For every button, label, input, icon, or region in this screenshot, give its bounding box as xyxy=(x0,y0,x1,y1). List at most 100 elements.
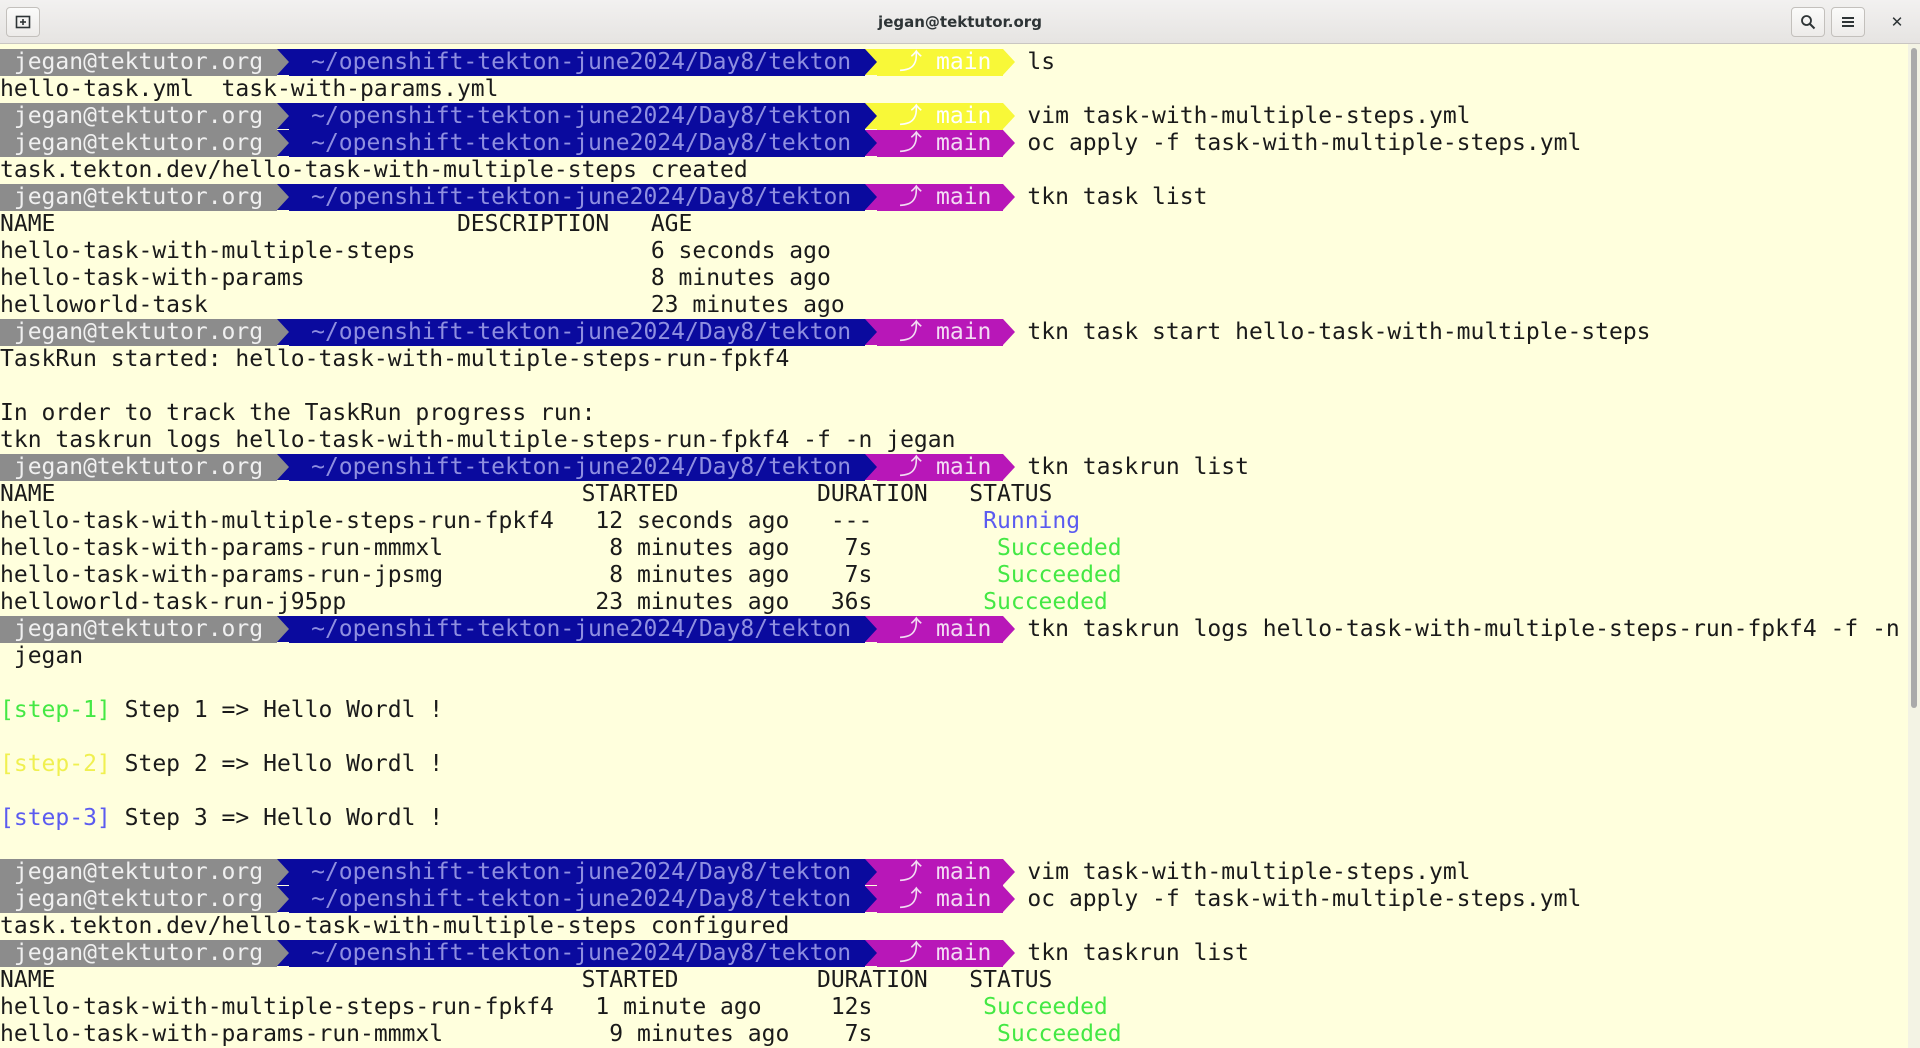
git-branch-icon: ⤴ xyxy=(899,454,923,480)
prompt-separator xyxy=(277,616,290,642)
output-line: task.tekton.dev/hello-task-with-multiple… xyxy=(0,913,790,939)
step-message: Step 1 => Hello Wordl ! xyxy=(110,697,444,723)
prompt-separator xyxy=(1003,859,1016,885)
git-branch-name: main xyxy=(922,319,992,345)
output-line: TaskRun started: hello-task-with-multipl… xyxy=(0,346,790,372)
git-branch-icon: ⤴ xyxy=(899,49,923,75)
new-tab-icon xyxy=(15,15,31,29)
output-line: NAME STARTED DURATION STATUS xyxy=(0,967,1053,993)
prompt-line: jegan@tektutor.org ~/openshift-tekton-jun… xyxy=(0,616,1908,643)
prompt-user: jegan@tektutor.org xyxy=(0,103,278,130)
git-branch-icon: ⤴ xyxy=(899,319,923,345)
prompt-separator xyxy=(277,184,290,210)
step-message: Step 2 => Hello Wordl ! xyxy=(110,751,444,777)
git-branch-segment: ⤴ main xyxy=(877,859,1004,886)
prompt-path: ~/openshift-tekton-june2024/Day8/tekton xyxy=(289,859,866,886)
git-branch-icon: ⤴ xyxy=(899,859,923,885)
hamburger-menu-icon xyxy=(1842,17,1854,27)
prompt-user: jegan@tektutor.org xyxy=(0,859,278,886)
prompt-line: jegan@tektutor.org ~/openshift-tekton-jun… xyxy=(0,886,1908,913)
prompt-separator xyxy=(277,103,290,129)
prompt-separator xyxy=(277,859,290,885)
scrollbar[interactable] xyxy=(1908,44,1920,1048)
output-line: NAME DESCRIPTION AGE xyxy=(0,211,693,237)
output-line: NAME STARTED DURATION STATUS xyxy=(0,481,1053,507)
output-line: hello-task.yml task-with-params.yml xyxy=(0,76,499,102)
output-line: helloworld-task 23 minutes ago xyxy=(0,292,845,318)
git-branch-segment: ⤴ main xyxy=(877,616,1004,643)
status-succeeded: Succeeded xyxy=(983,589,1108,615)
taskrun-row: hello-task-with-params-run-mmmxl 9 minut… xyxy=(0,1021,1908,1048)
prompt-path: ~/openshift-tekton-june2024/Day8/tekton xyxy=(289,886,866,913)
status-succeeded: Succeeded xyxy=(983,994,1108,1020)
close-button[interactable]: ✕ xyxy=(1880,7,1914,37)
git-branch-name: main xyxy=(922,454,992,480)
terminal-window: jegan@tektutor.org ✕ jegan@tektutor.org ~… xyxy=(0,0,1920,1048)
taskrun-row: helloworld-task-run-j95pp 23 minutes ago… xyxy=(0,589,1908,616)
prompt-separator xyxy=(1003,49,1016,75)
title-bar: jegan@tektutor.org ✕ xyxy=(0,0,1920,44)
prompt-line: jegan@tektutor.org ~/openshift-tekton-jun… xyxy=(0,319,1908,346)
prompt-separator xyxy=(865,184,878,210)
command-text: tkn task list xyxy=(1027,184,1208,210)
close-icon: ✕ xyxy=(1890,13,1904,31)
terminal-output[interactable]: jegan@tektutor.org ~/openshift-tekton-jun… xyxy=(0,49,1908,1048)
git-branch-segment: ⤴ main xyxy=(877,49,1004,76)
command-text: tkn taskrun logs hello-task-with-multipl… xyxy=(1027,616,1900,642)
prompt-separator xyxy=(1003,886,1016,912)
prompt-separator xyxy=(277,319,290,345)
git-branch-segment: ⤴ main xyxy=(877,940,1004,967)
step-tag: [step-1] xyxy=(0,697,111,723)
prompt-separator xyxy=(1003,319,1016,345)
status-succeeded: Succeeded xyxy=(997,535,1122,561)
taskrun-row: hello-task-with-multiple-steps-run-fpkf4… xyxy=(0,508,1908,535)
prompt-path: ~/openshift-tekton-june2024/Day8/tekton xyxy=(289,940,866,967)
status-succeeded: Succeeded xyxy=(997,562,1122,588)
taskrun-columns: hello-task-with-params-run-mmmxl 8 minut… xyxy=(0,535,997,561)
prompt-separator xyxy=(277,49,290,75)
prompt-user: jegan@tektutor.org xyxy=(0,616,278,643)
command-text: vim task-with-multiple-steps.yml xyxy=(1027,103,1471,129)
prompt-separator xyxy=(865,940,878,966)
git-branch-segment: ⤴ main xyxy=(877,130,1004,157)
taskrun-columns: hello-task-with-params-run-mmmxl 9 minut… xyxy=(0,1021,997,1047)
taskrun-row: hello-task-with-multiple-steps-run-fpkf4… xyxy=(0,994,1908,1021)
prompt-separator xyxy=(865,103,878,129)
git-branch-segment: ⤴ main xyxy=(877,319,1004,346)
new-tab-button[interactable] xyxy=(6,7,40,37)
command-text: vim task-with-multiple-steps.yml xyxy=(1027,859,1471,885)
status-succeeded: Succeeded xyxy=(997,1021,1122,1047)
search-button[interactable] xyxy=(1791,7,1825,37)
prompt-separator xyxy=(1003,454,1016,480)
prompt-separator xyxy=(277,940,290,966)
prompt-path: ~/openshift-tekton-june2024/Day8/tekton xyxy=(289,184,866,211)
step-message: Step 3 => Hello Wordl ! xyxy=(110,805,444,831)
prompt-user: jegan@tektutor.org xyxy=(0,130,278,157)
git-branch-segment: ⤴ main xyxy=(877,103,1004,130)
git-branch-icon: ⤴ xyxy=(899,184,923,210)
command-text: tkn task start hello-task-with-multiple-… xyxy=(1027,319,1651,345)
prompt-separator xyxy=(865,454,878,480)
prompt-separator xyxy=(865,130,878,156)
status-running: Running xyxy=(983,508,1081,534)
prompt-separator xyxy=(1003,103,1016,129)
prompt-line: jegan@tektutor.org ~/openshift-tekton-jun… xyxy=(0,103,1908,130)
taskrun-columns: hello-task-with-multiple-steps-run-fpkf4… xyxy=(0,508,984,534)
window-title: jegan@tektutor.org xyxy=(878,13,1042,31)
prompt-path: ~/openshift-tekton-june2024/Day8/tekton xyxy=(289,454,866,481)
prompt-separator xyxy=(277,886,290,912)
output-line: tkn taskrun logs hello-task-with-multipl… xyxy=(0,427,956,453)
prompt-separator xyxy=(1003,130,1016,156)
step-tag: [step-2] xyxy=(0,751,111,777)
git-branch-segment: ⤴ main xyxy=(877,886,1004,913)
prompt-separator xyxy=(865,49,878,75)
git-branch-segment: ⤴ main xyxy=(877,454,1004,481)
scrollbar-thumb[interactable] xyxy=(1911,48,1917,708)
git-branch-name: main xyxy=(922,184,992,210)
prompt-path: ~/openshift-tekton-june2024/Day8/tekton xyxy=(289,319,866,346)
taskrun-columns: helloworld-task-run-j95pp 23 minutes ago… xyxy=(0,589,984,615)
menu-button[interactable] xyxy=(1831,7,1865,37)
step-tag: [step-3] xyxy=(0,805,111,831)
prompt-line: jegan@tektutor.org ~/openshift-tekton-jun… xyxy=(0,130,1908,157)
